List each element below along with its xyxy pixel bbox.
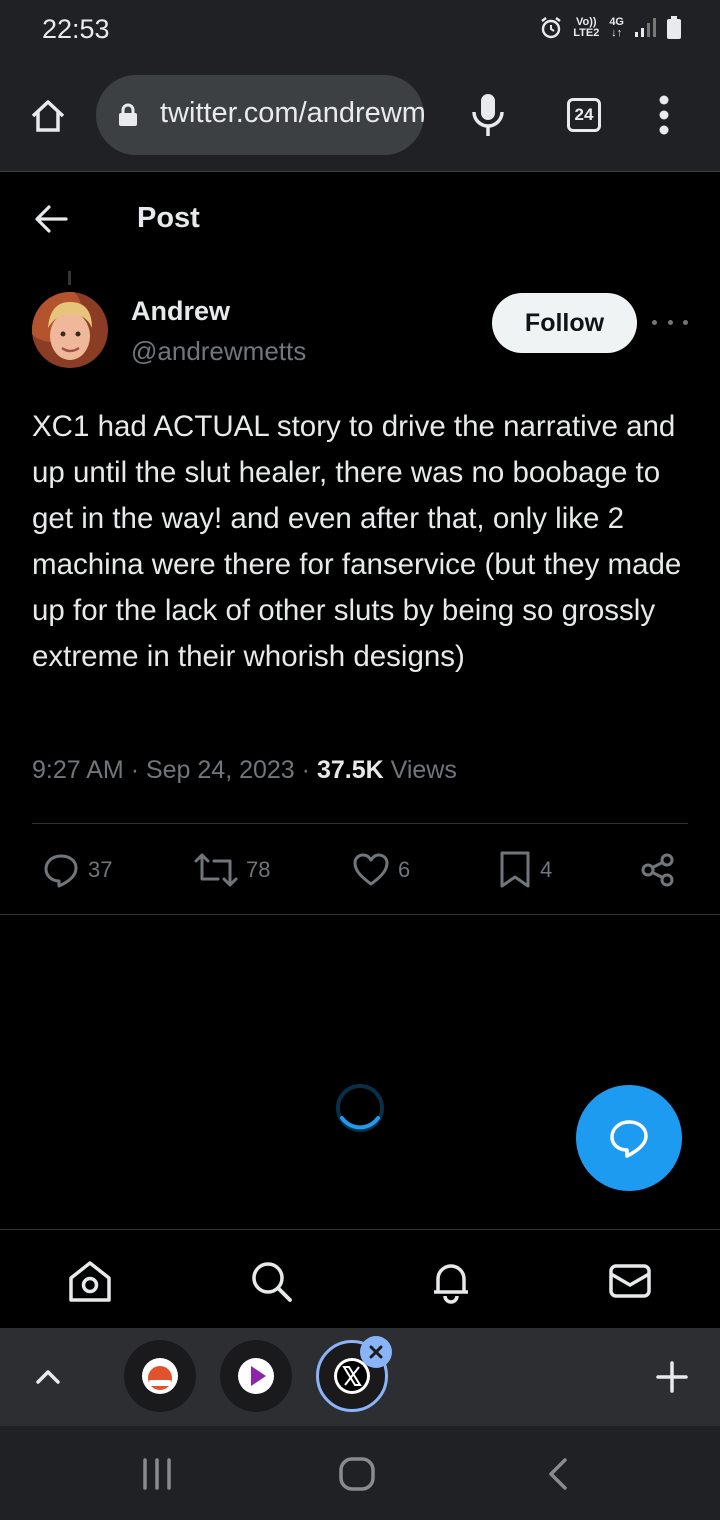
- browser-tab-strip: [0, 1328, 720, 1426]
- bottom-navigation: [0, 1229, 720, 1328]
- views-label: Views: [390, 756, 457, 784]
- follow-button[interactable]: Follow: [492, 293, 637, 353]
- like-count: 6: [398, 857, 411, 882]
- play-tab-icon: [238, 1358, 274, 1394]
- signal-icon: [635, 18, 656, 37]
- reply-button[interactable]: 37: [42, 850, 112, 890]
- app-tab-icon: [142, 1358, 178, 1394]
- home-icon[interactable]: [67, 1258, 113, 1304]
- loading-spinner-icon: [336, 1084, 384, 1132]
- system-back-icon[interactable]: [545, 1456, 571, 1492]
- tab-thumbnail-1[interactable]: [124, 1340, 196, 1412]
- network-volte-bottom: LTE2: [573, 27, 600, 39]
- meta-separator: ·: [301, 756, 310, 784]
- url-text: twitter.com/andrewmetts/status: [160, 97, 424, 129]
- messages-icon[interactable]: [607, 1258, 653, 1304]
- bookmark-button[interactable]: 4: [498, 850, 552, 890]
- share-icon: [641, 853, 674, 887]
- status-time: 22:53: [42, 14, 110, 44]
- repost-icon: [194, 853, 238, 887]
- battery-icon: [667, 16, 681, 39]
- browser-toolbar: twitter.com/andrewmetts/status 24: [0, 62, 720, 172]
- tab-switcher-button[interactable]: 24: [567, 98, 601, 132]
- avatar[interactable]: [32, 292, 108, 368]
- meta-separator: ·: [130, 756, 140, 784]
- post-date[interactable]: Sep 24, 2023: [146, 756, 295, 784]
- reply-compose-icon: [610, 1120, 648, 1158]
- post-text: XC1 had ACTUAL story to drive the narrat…: [32, 410, 682, 673]
- page-title: Post: [137, 202, 200, 234]
- thread-connector-line: [68, 271, 71, 285]
- reply-icon: [44, 854, 78, 888]
- bookmark-icon: [500, 851, 530, 888]
- more-options-icon[interactable]: [652, 310, 688, 334]
- lock-icon: [119, 103, 137, 126]
- chevron-up-icon[interactable]: [34, 1364, 62, 1388]
- search-icon[interactable]: [248, 1258, 294, 1304]
- recent-apps-icon[interactable]: [140, 1456, 174, 1492]
- microphone-icon[interactable]: [470, 92, 506, 138]
- repost-button[interactable]: 78: [194, 850, 270, 890]
- system-navigation-bar: [0, 1426, 720, 1520]
- network-volte: Vo)) LTE2: [573, 17, 599, 39]
- bookmark-count: 4: [540, 857, 553, 882]
- close-tab-button[interactable]: [360, 1336, 392, 1368]
- new-tab-plus-icon[interactable]: [656, 1361, 688, 1393]
- data-arrows-icon: ↓↑: [611, 27, 623, 39]
- post-time[interactable]: 9:27 AM: [32, 756, 124, 784]
- close-icon: [369, 1345, 383, 1359]
- divider: [32, 823, 688, 824]
- divider: [0, 914, 720, 915]
- reply-count: 37: [88, 857, 113, 882]
- like-button[interactable]: 6: [352, 850, 410, 890]
- heart-icon: [353, 853, 389, 886]
- browser-home-icon[interactable]: [28, 96, 68, 136]
- network-type: 4G ↓↑: [609, 17, 624, 39]
- system-home-icon[interactable]: [338, 1456, 376, 1492]
- author-name[interactable]: Andrew: [131, 296, 230, 327]
- browser-menu-icon[interactable]: [654, 94, 674, 136]
- alarm-icon: [541, 17, 561, 39]
- compose-reply-button[interactable]: [576, 1085, 682, 1191]
- status-icons: Vo)) LTE2 4G ↓↑: [539, 16, 682, 40]
- share-button[interactable]: [640, 850, 676, 890]
- repost-count: 78: [246, 857, 271, 882]
- post-meta: 9:27 AM · Sep 24, 2023 · 37.5K Views: [32, 756, 457, 785]
- author-handle[interactable]: @andrewmetts: [131, 336, 306, 367]
- address-bar[interactable]: twitter.com/andrewmetts/status: [96, 75, 424, 155]
- status-bar: 22:53 Vo)) LTE2 4G ↓↑: [0, 0, 720, 62]
- tab-thumbnail-2[interactable]: [220, 1340, 292, 1412]
- back-arrow-icon[interactable]: [32, 200, 70, 238]
- views-count: 37.5K: [316, 756, 384, 784]
- notifications-icon[interactable]: [428, 1258, 474, 1304]
